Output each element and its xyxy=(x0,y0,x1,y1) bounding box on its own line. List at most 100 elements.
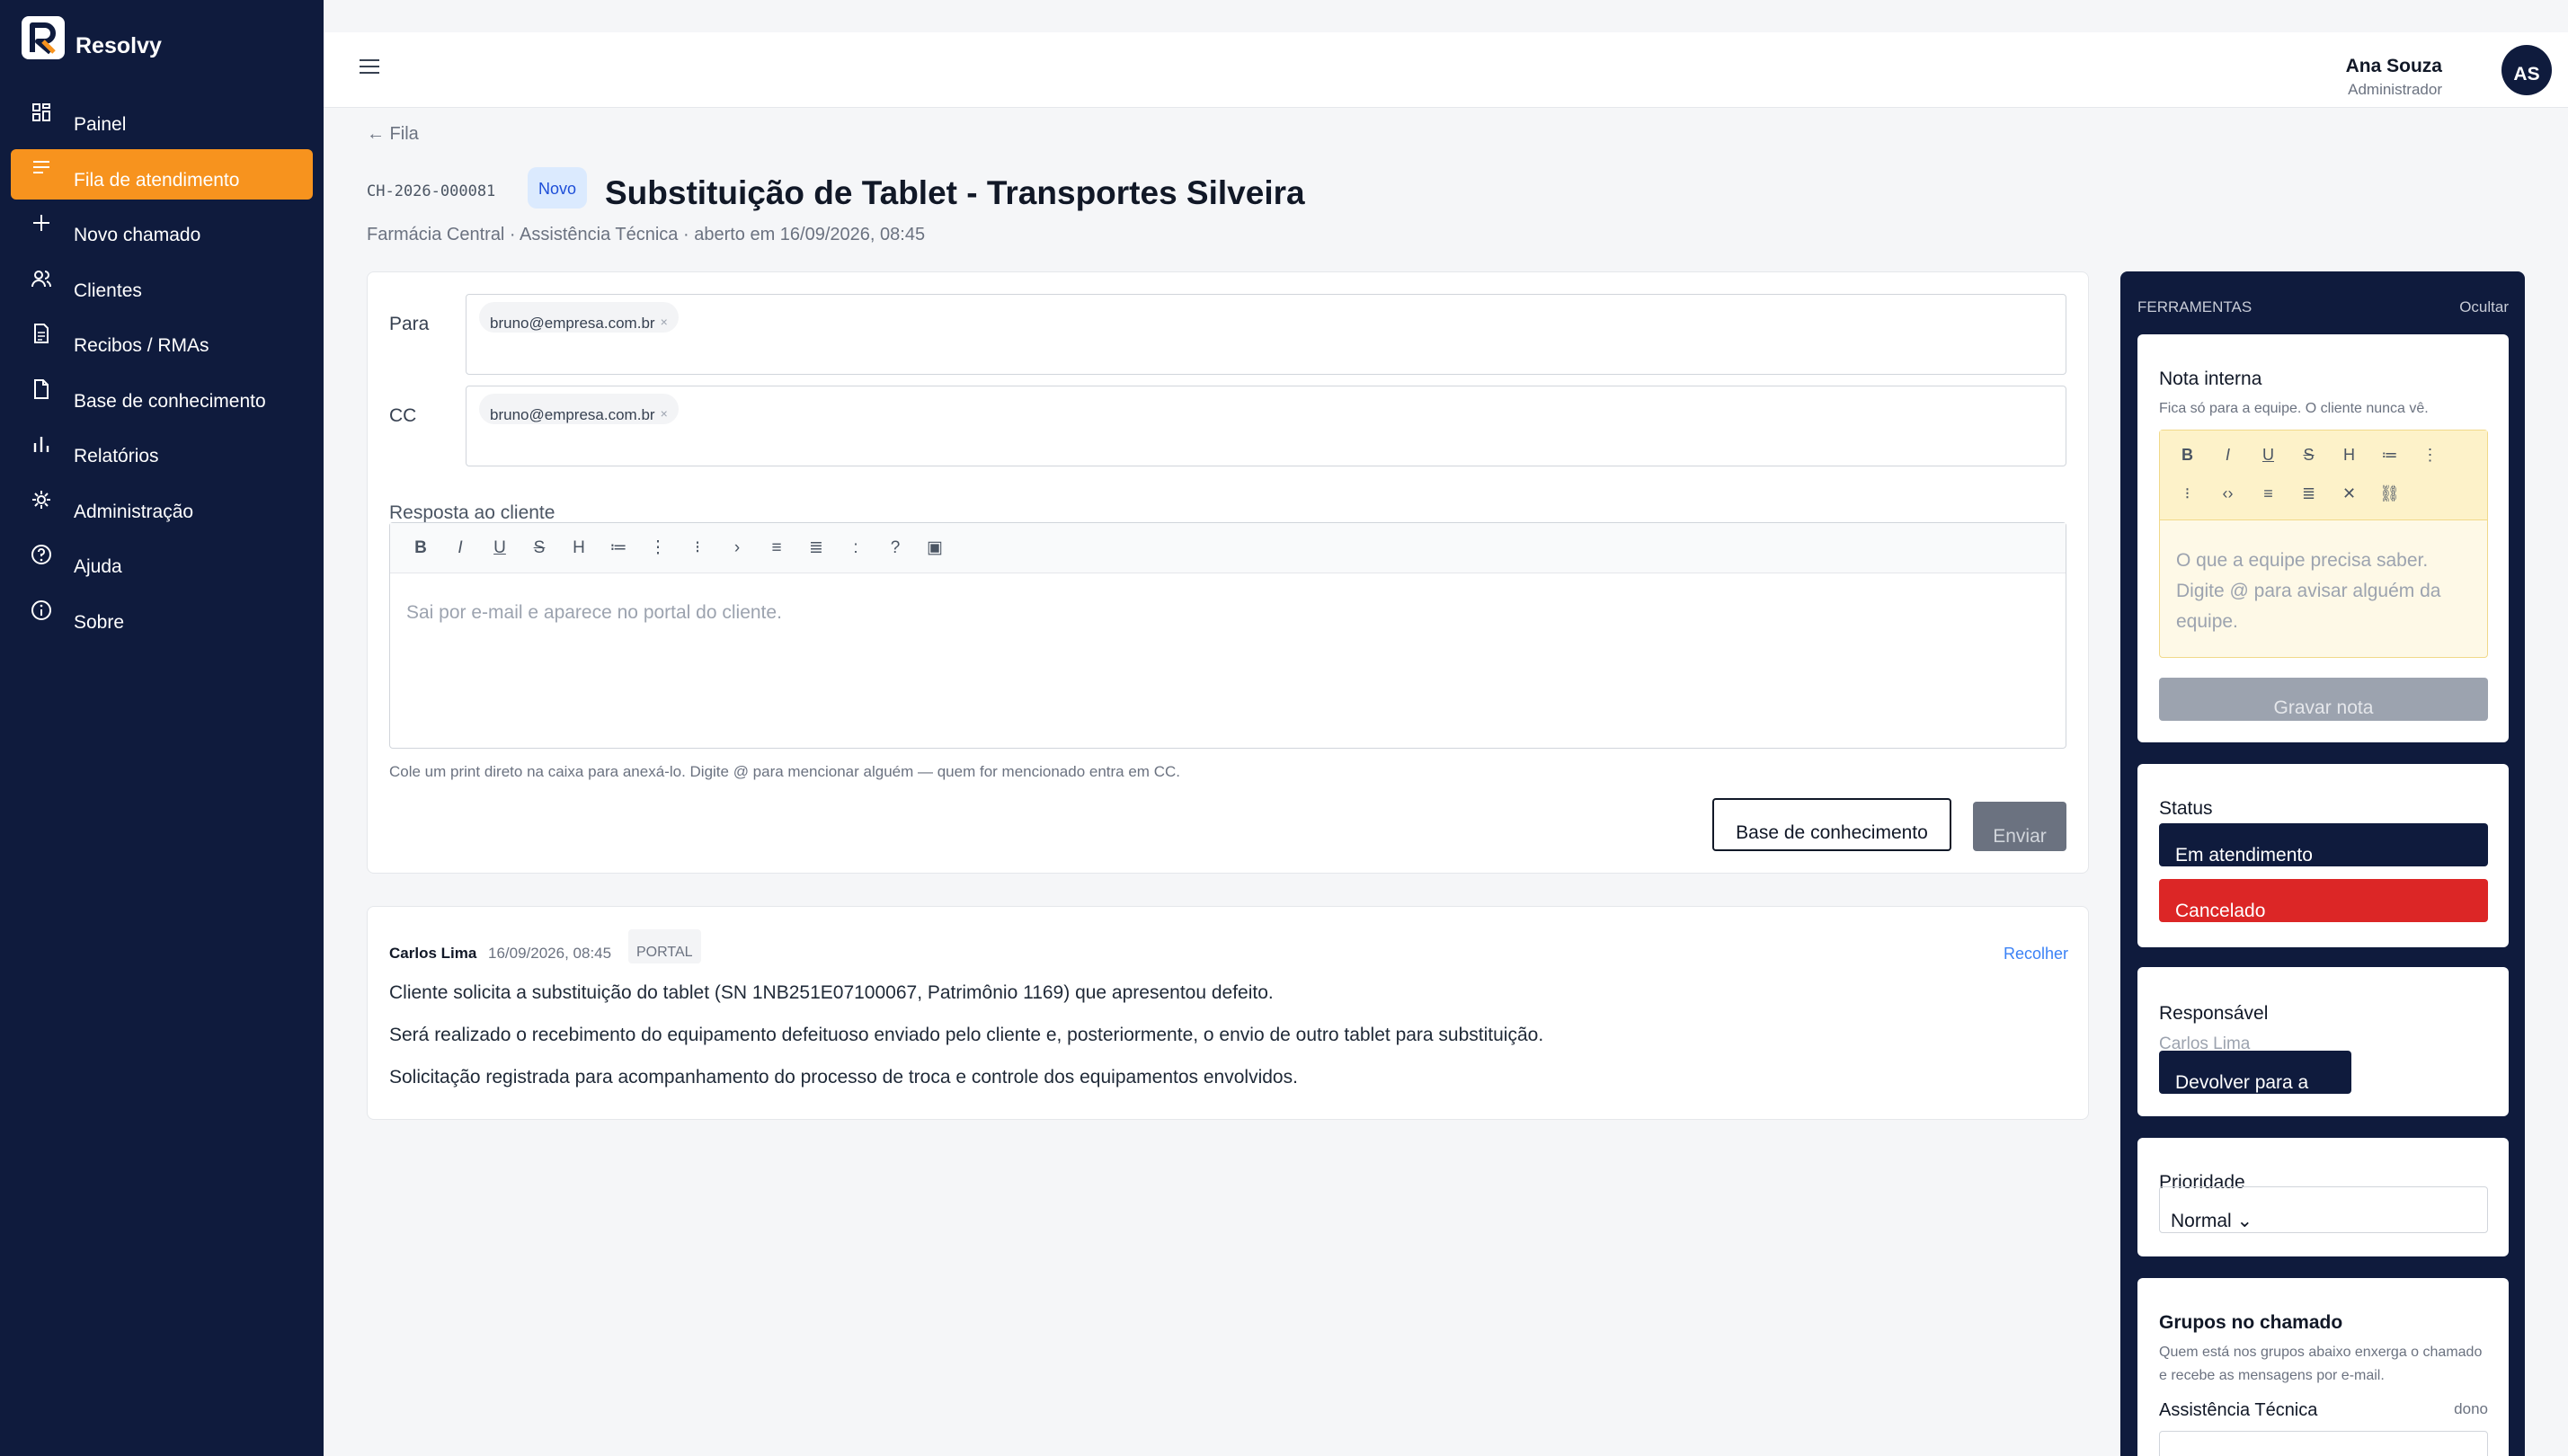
sidebar-item-administracao[interactable]: Administração xyxy=(11,481,313,531)
status-cancel-button[interactable]: Cancelado xyxy=(2159,879,2488,922)
message-source-tag: PORTAL xyxy=(628,929,701,963)
task-list-button[interactable]: ⁝ xyxy=(678,532,717,564)
code-button[interactable]: ‹› xyxy=(2208,475,2248,513)
sidebar-item-recibos[interactable]: Recibos / RMAs xyxy=(11,315,313,365)
message-line: Cliente solicita a substituição do table… xyxy=(389,982,1274,1003)
link-icon[interactable]: ⛓ xyxy=(2369,475,2410,513)
code-button[interactable]: : xyxy=(836,532,875,564)
response-input[interactable]: Sai por e-mail e aparece no portal do cl… xyxy=(390,573,2066,653)
info-icon xyxy=(29,598,54,623)
users-icon xyxy=(29,266,54,291)
user-info[interactable]: Ana Souza Administrador xyxy=(2346,56,2442,99)
ordered-list-button[interactable]: ⋮ xyxy=(638,532,678,564)
bold-button[interactable]: B xyxy=(401,532,440,564)
quote-button[interactable]: › xyxy=(717,532,757,564)
remove-chip-icon[interactable]: × xyxy=(661,315,668,329)
sidebar-item-painel[interactable]: Painel xyxy=(11,93,313,144)
align-left-button[interactable]: ≡ xyxy=(2248,475,2288,513)
align-center-button[interactable]: ≣ xyxy=(2288,475,2329,513)
email-chip: bruno@empresa.com.br × xyxy=(479,302,679,333)
sidebar-item-relatorios[interactable]: Relatórios xyxy=(11,425,313,475)
status-card: Status Em atendimento Cancelado xyxy=(2137,764,2509,947)
bullet-list-button[interactable]: ≔ xyxy=(599,532,638,564)
underline-button[interactable]: U xyxy=(480,532,520,564)
ordered-list-button[interactable]: ⋮ xyxy=(2410,436,2450,474)
underline-button[interactable]: U xyxy=(2248,436,2288,474)
clear-format-icon[interactable]: ✕ xyxy=(2329,475,2369,513)
collapse-link[interactable]: Recolher xyxy=(2004,945,2068,963)
status-in-progress-button[interactable]: Em atendimento xyxy=(2159,823,2488,866)
image-icon[interactable]: ▣ xyxy=(915,532,955,564)
bar-chart-icon xyxy=(29,431,54,457)
sidebar-item-label: Ajuda xyxy=(74,556,122,577)
remove-chip-icon[interactable]: × xyxy=(661,406,668,421)
sidebar-item-label: Administração xyxy=(74,501,194,522)
sidebar-nav: Painel Fila de atendimento Novo chamado … xyxy=(11,93,313,646)
user-role: Administrador xyxy=(2348,81,2442,98)
cc-field[interactable]: bruno@empresa.com.br × xyxy=(466,386,2066,466)
heading-button[interactable]: H xyxy=(2329,436,2369,474)
sidebar: Resolvy Painel Fila de atendimento Novo … xyxy=(0,0,324,1456)
message-line: Será realizado o recebimento do equipame… xyxy=(389,1025,1544,1045)
return-to-queue-button[interactable]: Devolver para a fila xyxy=(2159,1051,2351,1114)
to-field[interactable]: bruno@empresa.com.br × xyxy=(466,294,2066,375)
sidebar-item-label: Recibos / RMAs xyxy=(74,335,209,356)
top-header: Ana Souza Administrador AS xyxy=(324,32,2568,108)
tools-title: FERRAMENTAS xyxy=(2137,298,2253,315)
responsible-title: Responsável xyxy=(2159,1003,2269,1024)
task-list-button[interactable]: ⁝ xyxy=(2167,475,2208,513)
groups-subtitle: Quem está nos grupos abaixo enxerga o ch… xyxy=(2159,1345,2483,1383)
email-chip: bruno@empresa.com.br × xyxy=(479,394,679,424)
internal-note-card: Nota interna Fica só para a equipe. O cl… xyxy=(2137,334,2509,742)
brand[interactable]: Resolvy xyxy=(22,16,162,59)
group-row: Assistência Técnica dono xyxy=(2159,1400,2488,1421)
align-left-button[interactable]: ≡ xyxy=(757,532,796,564)
strikethrough-button[interactable]: S xyxy=(520,532,559,564)
sidebar-item-label: Clientes xyxy=(74,280,142,301)
knowledge-base-button[interactable]: Base de conhecimento xyxy=(1712,798,1951,851)
message-line: Solicitação registrada para acompanhamen… xyxy=(389,1067,1298,1088)
cc-label: CC xyxy=(389,405,417,426)
document-icon xyxy=(29,377,54,402)
group-role: dono xyxy=(2454,1400,2488,1417)
note-toolbar: B I U S H ≔ ⋮ ⁝ ‹› ≡ ≣ ✕ ⛓ xyxy=(2160,431,2487,520)
editor-toolbar: B I U S H ≔ ⋮ ⁝ › ≡ ≣ : ? ▣ xyxy=(390,523,2066,573)
italic-button[interactable]: I xyxy=(440,532,480,564)
group-input[interactable] xyxy=(2159,1431,2488,1456)
send-button[interactable]: Enviar xyxy=(1973,802,2066,851)
status-badge: Novo xyxy=(528,167,588,209)
response-label: Resposta ao cliente xyxy=(389,502,555,523)
sidebar-item-fila[interactable]: Fila de atendimento xyxy=(11,148,313,200)
sidebar-item-base-conhecimento[interactable]: Base de conhecimento xyxy=(11,370,313,421)
note-input[interactable]: O que a equipe precisa saber. Digite @ p… xyxy=(2160,520,2487,662)
back-to-queue-link[interactable]: ← Fila xyxy=(367,124,419,145)
plus-icon xyxy=(29,210,54,235)
response-editor: B I U S H ≔ ⋮ ⁝ › ≡ ≣ : ? ▣ Sai por e-ma… xyxy=(389,522,2066,749)
email-chip-text: bruno@empresa.com.br xyxy=(490,315,655,332)
save-note-button[interactable]: Gravar nota xyxy=(2159,678,2488,721)
bold-button[interactable]: B xyxy=(2167,436,2208,474)
sidebar-item-novo-chamado[interactable]: Novo chamado xyxy=(11,204,313,254)
heading-button[interactable]: H xyxy=(559,532,599,564)
page-title: Substituição de Tablet - Transportes Sil… xyxy=(605,174,1305,211)
internal-note-subtitle: Fica só para a equipe. O cliente nunca v… xyxy=(2159,401,2429,416)
priority-card: Prioridade Normal ⌄ xyxy=(2137,1138,2509,1256)
sidebar-item-ajuda[interactable]: Ajuda xyxy=(11,536,313,586)
gear-icon xyxy=(29,487,54,512)
help-button[interactable]: ? xyxy=(875,532,915,564)
sidebar-item-sobre[interactable]: Sobre xyxy=(11,591,313,642)
avatar[interactable]: AS xyxy=(2501,45,2552,95)
sidebar-item-label: Novo chamado xyxy=(74,225,201,245)
menu-toggle-icon[interactable] xyxy=(360,59,379,75)
dashboard-icon xyxy=(29,100,54,125)
italic-button[interactable]: I xyxy=(2208,436,2248,474)
group-name: Assistência Técnica xyxy=(2159,1400,2318,1420)
hide-tools-link[interactable]: Ocultar xyxy=(2459,298,2509,316)
sidebar-item-label: Base de conhecimento xyxy=(74,390,266,412)
strikethrough-button[interactable]: S xyxy=(2288,436,2329,474)
sidebar-item-clientes[interactable]: Clientes xyxy=(11,260,313,310)
priority-select[interactable]: Normal ⌄ xyxy=(2159,1186,2488,1233)
align-center-button[interactable]: ≣ xyxy=(796,532,836,564)
groups-title: Grupos no chamado xyxy=(2159,1312,2343,1333)
bullet-list-button[interactable]: ≔ xyxy=(2369,436,2410,474)
